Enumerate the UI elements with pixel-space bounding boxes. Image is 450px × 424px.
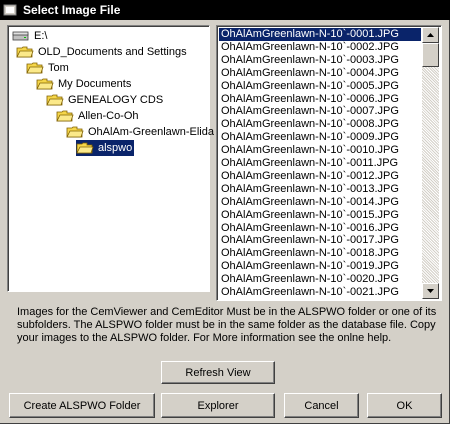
file-list-item[interactable]: OhAlAmGreenlawn-N-10`-0005.JPG	[219, 80, 421, 93]
scroll-down-button[interactable]	[422, 283, 439, 299]
file-list-item[interactable]: OhAlAmGreenlawn-N-10`-0006.JPG	[219, 93, 421, 106]
help-text: Images for the CemViewer and CemEditor M…	[17, 306, 437, 344]
folder-tree-item[interactable]: OLD_Documents and Settings	[16, 44, 189, 60]
folder-tree-item[interactable]: alspwo	[76, 140, 135, 156]
folder-tree-label: Allen-Co-Oh	[78, 110, 139, 122]
file-list-item[interactable]: OhAlAmGreenlawn-N-10`-0011.JPG	[219, 157, 421, 170]
folder-tree-item[interactable]: My Documents	[36, 76, 133, 92]
folder-tree-item[interactable]: Tom	[26, 60, 71, 76]
app-icon	[3, 4, 17, 16]
explorer-button[interactable]: Explorer	[161, 393, 275, 418]
ok-button[interactable]: OK	[367, 393, 442, 418]
arrow-up-icon	[427, 33, 434, 37]
scroll-up-button[interactable]	[422, 27, 439, 43]
window-title: Select Image File	[23, 3, 121, 17]
file-list[interactable]: OhAlAmGreenlawn-N-10`-0001.JPG OhAlAmGree…	[216, 25, 442, 301]
file-list-item[interactable]: OhAlAmGreenlawn-N-10`-0003.JPG	[219, 54, 421, 67]
folder-tree-label: GENEALOGY CDS	[68, 94, 164, 106]
file-list-item[interactable]: OhAlAmGreenlawn-N-10`-0017.JPG	[219, 234, 421, 247]
folder-tree-label: Tom	[48, 62, 69, 74]
file-list-scrollbar[interactable]	[422, 27, 439, 299]
file-list-item[interactable]: OhAlAmGreenlawn-N-10`-0013.JPG	[219, 183, 421, 196]
folder-open-icon	[26, 61, 46, 75]
file-list-item[interactable]: OhAlAmGreenlawn-N-10`-0008.JPG	[219, 118, 421, 131]
folder-tree-label: OLD_Documents and Settings	[38, 46, 187, 58]
folder-open-icon	[36, 77, 56, 91]
scroll-thumb[interactable]	[422, 43, 439, 67]
drive-icon	[12, 29, 32, 43]
file-list-item[interactable]: OhAlAmGreenlawn-N-10`-0007.JPG	[219, 105, 421, 118]
file-list-item[interactable]: OhAlAmGreenlawn-N-10`-0012.JPG	[219, 170, 421, 183]
folder-tree[interactable]: E:\ OLD_Documents and Settings Tom My Docum…	[7, 25, 214, 292]
file-list-item[interactable]: OhAlAmGreenlawn-N-10`-0009.JPG	[219, 131, 421, 144]
folder-tree-item[interactable]: Allen-Co-Oh	[56, 108, 141, 124]
folder-open-icon	[76, 141, 96, 155]
file-list-item[interactable]: OhAlAmGreenlawn-N-10`-0019.JPG	[219, 260, 421, 273]
folder-open-icon	[66, 125, 86, 139]
folder-tree-item[interactable]: E:\	[12, 28, 49, 44]
file-list-item[interactable]: OhAlAmGreenlawn-N-10`-0014.JPG	[219, 196, 421, 209]
folder-tree-item[interactable]: OhAlAm-Greenlawn-Elida	[66, 124, 216, 140]
cancel-button[interactable]: Cancel	[284, 393, 359, 418]
folder-open-icon	[16, 45, 36, 59]
title-bar[interactable]: Select Image File	[0, 0, 450, 20]
file-list-item[interactable]: OhAlAmGreenlawn-N-10`-0020.JPG	[219, 273, 421, 286]
folder-tree-item[interactable]: GENEALOGY CDS	[46, 92, 165, 108]
file-list-item[interactable]: OhAlAmGreenlawn-N-10`-0002.JPG	[219, 41, 421, 54]
file-list-item[interactable]: OhAlAmGreenlawn-N-10`-0004.JPG	[219, 67, 421, 80]
file-list-item[interactable]: OhAlAmGreenlawn-N-10`-0010.JPG	[219, 144, 421, 157]
refresh-view-button[interactable]: Refresh View	[161, 361, 275, 384]
folder-open-icon	[56, 109, 76, 123]
folder-tree-label: E:\	[34, 30, 48, 42]
arrow-down-icon	[427, 289, 434, 293]
create-alspwo-folder-button[interactable]: Create ALSPWO Folder	[9, 393, 155, 418]
file-list-item[interactable]: OhAlAmGreenlawn-N-10`-0016.JPG	[219, 222, 421, 235]
file-list-item[interactable]: OhAlAmGreenlawn-N-10`-0001.JPG	[219, 28, 421, 41]
file-list-item[interactable]: OhAlAmGreenlawn-N-10`-0015.JPG	[219, 209, 421, 222]
folder-tree-label: My Documents	[58, 78, 132, 90]
file-list-item[interactable]: OhAlAmGreenlawn-N-10`-0018.JPG	[219, 247, 421, 260]
folder-tree-label: alspwo	[98, 142, 133, 154]
folder-tree-label: OhAlAm-Greenlawn-Elida	[88, 126, 214, 138]
select-image-dialog: Select Image File E:\ OLD_Documents and S…	[0, 0, 450, 424]
file-list-item[interactable]: OhAlAmGreenlawn-N-10`-0021.JPG	[219, 286, 421, 299]
folder-open-icon	[46, 93, 66, 107]
